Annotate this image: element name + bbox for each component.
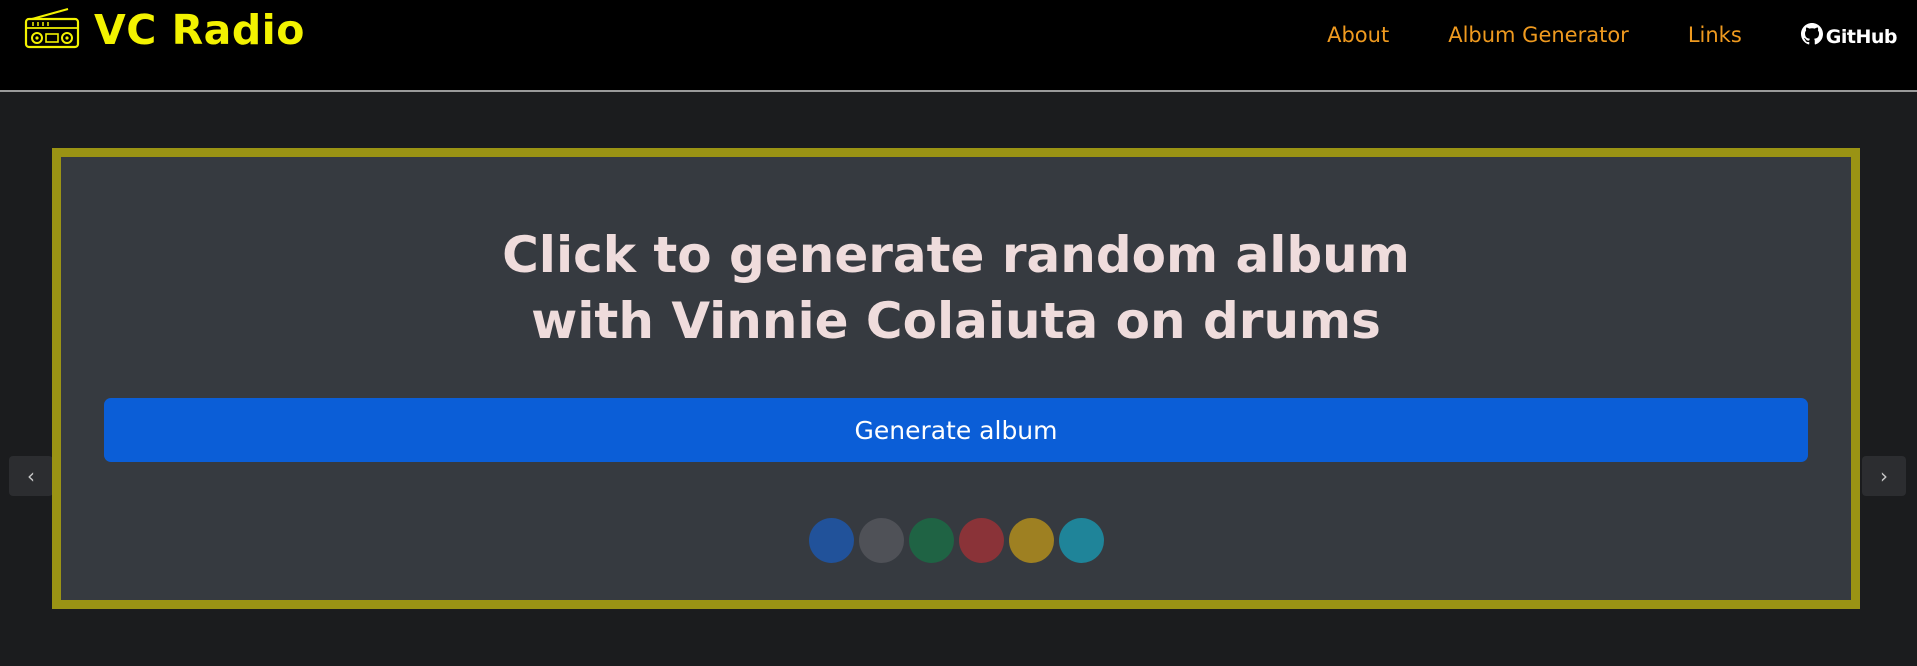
carousel-indicator-4[interactable] xyxy=(958,518,1004,563)
carousel-indicator-1[interactable] xyxy=(808,518,854,563)
nav-link-links[interactable]: Links xyxy=(1688,23,1742,47)
radio-icon xyxy=(24,7,80,53)
carousel-indicators xyxy=(61,518,1851,563)
carousel-indicator-6[interactable] xyxy=(1058,518,1104,563)
carousel-indicator-5[interactable] xyxy=(1008,518,1054,563)
brand[interactable]: VC Radio xyxy=(24,6,305,54)
carousel-prev-button[interactable]: ‹ xyxy=(9,456,53,496)
generate-album-button[interactable]: Generate album xyxy=(104,398,1808,462)
github-icon xyxy=(1800,23,1823,50)
carousel-indicator-3[interactable] xyxy=(908,518,954,563)
carousel-next-button[interactable]: › xyxy=(1862,456,1906,496)
navbar: VC Radio About Album Generator Links Git… xyxy=(0,0,1917,92)
headline-line-2: with Vinnie Colaiuta on drums xyxy=(531,292,1381,350)
github-label: GitHub xyxy=(1825,25,1898,48)
nav-link-about[interactable]: About xyxy=(1327,23,1389,47)
headline-line-1: Click to generate random album xyxy=(502,226,1410,284)
album-generator-panel: Click to generate random album with Vinn… xyxy=(52,148,1860,609)
brand-title: VC Radio xyxy=(94,6,305,54)
nav-link-album-generator[interactable]: Album Generator xyxy=(1448,23,1629,47)
github-link[interactable]: GitHub xyxy=(1800,23,1898,50)
page-title: Click to generate random album with Vinn… xyxy=(61,222,1851,354)
carousel-indicator-2[interactable] xyxy=(858,518,904,563)
nav-links: About Album Generator Links GitHub xyxy=(1327,20,1898,50)
